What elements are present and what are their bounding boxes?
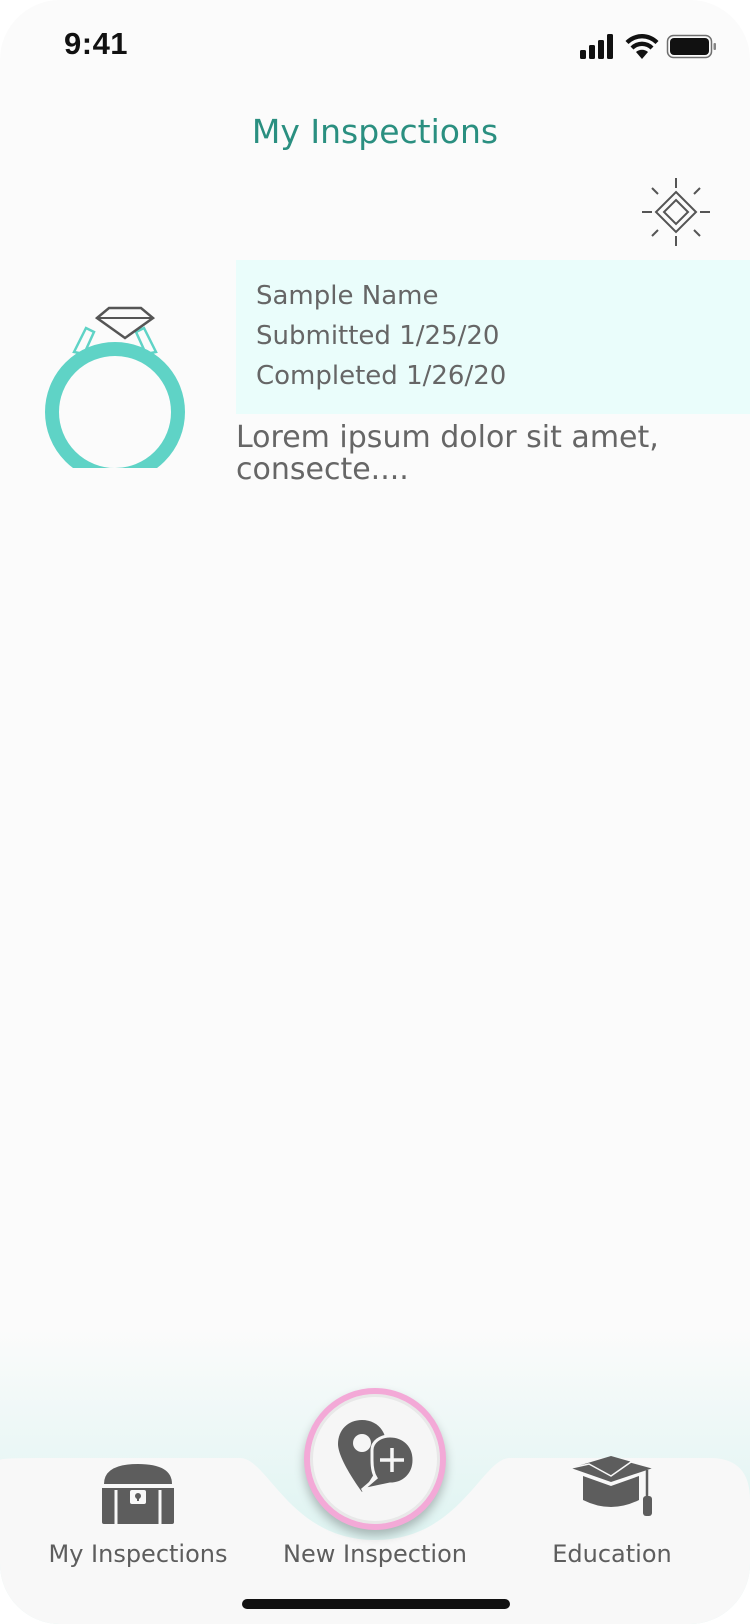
page-title: My Inspections [251,112,499,151]
inspection-name: Sample Name [256,281,439,311]
inspection-card[interactable]: Sample Name Submitted 1/25/20 Completed … [0,258,750,498]
inspection-description: Lorem ipsum dolor sit amet, consecte.... [236,420,659,487]
location-pin-plus-icon [338,1420,416,1492]
tab-label-my-inspections: My Inspections [48,1540,228,1568]
tab-label-education: Education [552,1540,672,1568]
home-indicator [242,1599,510,1609]
status-bar: 9:41 [0,0,750,94]
inspection-submitted: Submitted 1/25/20 [256,321,500,351]
signal-icon [580,34,613,59]
battery-icon [666,34,716,59]
ring-icon [45,306,185,468]
wifi-icon [625,34,659,59]
inspection-completed: Completed 1/26/20 [256,361,507,391]
inspection-info: Sample Name Submitted 1/25/20 Completed … [236,260,750,414]
diamond-sparkle-icon[interactable] [640,176,712,248]
tab-label-new-inspection: New Inspection [283,1540,467,1568]
tab-my-inspections[interactable]: My Inspections [38,1464,238,1580]
new-inspection-button[interactable] [304,1388,446,1530]
graduation-cap-icon [570,1456,654,1516]
status-time: 9:41 [64,26,129,61]
screen: 9:41 My Inspections Sample Name Submitte… [0,0,750,1624]
tab-education[interactable]: Education [512,1456,712,1580]
status-icons [580,34,716,59]
treasure-chest-icon [102,1464,174,1524]
